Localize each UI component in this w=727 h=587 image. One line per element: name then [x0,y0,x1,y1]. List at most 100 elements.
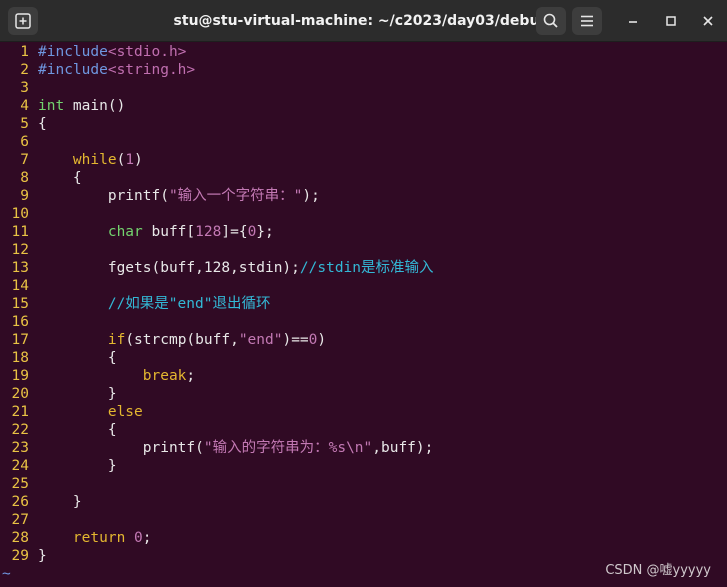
code-token: ]={ [221,224,248,240]
code-line[interactable]: 10 [0,205,727,223]
close-button[interactable] [697,10,719,32]
code-text: printf("输入一个字符串："); [38,187,320,205]
code-line[interactable]: 22 { [0,421,727,439]
code-line[interactable]: 24 } [0,457,727,475]
code-token: printf( [38,440,204,456]
code-text: } [38,385,117,403]
line-number: 13 [11,260,29,276]
code-line[interactable]: 5{ [0,115,727,133]
code-token: } [38,548,47,564]
window-title: stu@stu-virtual-machine: ~/c2023/day03/d… [173,13,550,29]
code-line[interactable]: 21 else [0,403,727,421]
code-line[interactable]: 3 [0,79,727,97]
code-token: 0 [134,530,143,546]
code-token: printf( [38,188,169,204]
code-token: ; [142,530,152,546]
code-line[interactable]: 14 [0,277,727,295]
code-line[interactable]: 15 //如果是"end"退出循环 [0,295,727,313]
code-line[interactable]: 26 } [0,493,727,511]
code-line[interactable]: 13 fgets(buff,128,stdin);//stdin是标准输入 [0,259,727,277]
code-line[interactable]: 23 printf("输入的字符串为：%s\n",buff); [0,439,727,457]
code-token: } [38,458,117,474]
new-tab-icon [15,13,31,29]
code-token: { [38,116,47,132]
line-number: 17 [11,332,29,348]
code-text: { [38,349,117,367]
code-token: (strcmp(buff, [125,332,239,348]
code-token: ( [116,152,126,168]
minimize-button[interactable] [622,10,644,32]
code-token: <string.h> [107,62,196,78]
hamburger-menu-icon [581,15,593,27]
line-number: 10 [11,206,29,222]
code-token: "输入一个字符串：" [168,188,303,204]
code-line[interactable]: 1 #include<stdio.h> [0,43,727,61]
code-token: { [38,170,82,186]
code-line[interactable]: 17 if(strcmp(buff,"end")==0) [0,331,727,349]
code-line[interactable]: 9 printf("输入一个字符串："); [0,187,727,205]
maximize-button[interactable] [660,10,682,32]
code-token: 128 [195,224,222,240]
code-token: #include [38,62,108,78]
line-number: 28 [11,530,29,546]
code-line[interactable]: 11 char buff[128]={0}; [0,223,727,241]
code-token: ; [186,368,196,384]
code-token: fgets(buff,128,stdin); [38,260,300,276]
code-token: #include [38,44,108,60]
title-bar: stu@stu-virtual-machine: ~/c2023/day03/d… [0,0,727,42]
code-line[interactable]: 6 [0,133,727,151]
code-token: else [107,404,143,420]
code-line[interactable]: 20 } [0,385,727,403]
code-token: ,buff); [372,440,434,456]
line-number: 5 [20,116,29,132]
line-number: 20 [11,386,29,402]
search-icon [543,13,558,28]
code-token: return [72,530,126,546]
code-line[interactable]: 19 break; [0,367,727,385]
code-token: ) [317,332,327,348]
code-line[interactable]: 7 while(1) [0,151,727,169]
line-number: 1 [20,44,29,60]
code-line[interactable]: 27 [0,511,727,529]
code-text: } [38,457,117,475]
code-text: while(1) [38,151,143,169]
code-token: main() [64,98,126,114]
code-token: }; [256,224,274,240]
code-token: while [72,152,117,168]
menu-button[interactable] [572,7,602,35]
code-editor[interactable]: 1 #include<stdio.h> 2 #include<string.h> 3 4 i… [0,43,727,583]
search-button[interactable] [536,7,566,35]
new-tab-button[interactable] [8,7,38,35]
code-line[interactable]: 12 [0,241,727,259]
code-token: { [38,422,117,438]
code-token: buff[ [142,224,196,240]
code-line[interactable]: 16 [0,313,727,331]
line-number: 3 [20,80,29,96]
code-token: int [38,98,65,114]
code-line[interactable]: 4 int main() [0,97,727,115]
line-number: 6 [20,134,29,150]
line-number: 4 [20,98,29,114]
code-token: ); [302,188,320,204]
minimize-icon [629,21,637,23]
code-line[interactable]: 18 { [0,349,727,367]
line-number: 21 [11,404,29,420]
code-text: { [38,115,47,133]
code-line[interactable]: 8 { [0,169,727,187]
code-text: return 0; [38,529,152,547]
code-line[interactable]: 25 [0,475,727,493]
code-line[interactable]: 28 return 0; [0,529,727,547]
code-token: 1 [125,152,135,168]
code-line[interactable]: 2 #include<string.h> [0,61,727,79]
terminal-window: stu@stu-virtual-machine: ~/c2023/day03/d… [0,0,727,587]
code-text: } [38,493,82,511]
line-number: 23 [11,440,29,456]
code-token: } [38,386,117,402]
code-text: char buff[128]={0}; [38,223,274,241]
code-token: "end" [238,332,283,348]
line-number: 19 [11,368,29,384]
watermark: CSDN @嘘yyyyy [605,563,711,578]
code-text: } [38,547,47,565]
line-number: 2 [20,62,29,78]
